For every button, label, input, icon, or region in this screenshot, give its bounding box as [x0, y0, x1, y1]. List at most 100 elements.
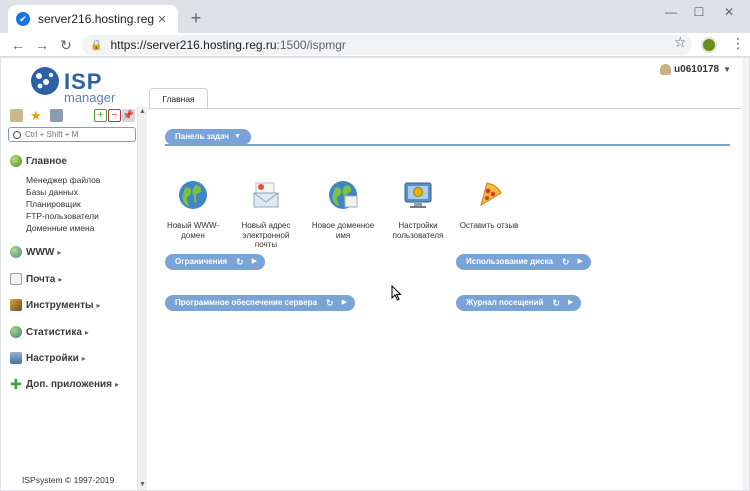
envelope-icon: [10, 273, 22, 285]
sidebar-group-label: Инструменты: [26, 299, 94, 311]
sidebar-toolbar: ★ + − 📌: [10, 109, 135, 123]
browser-tab[interactable]: ✔ server216.hosting.reg.ru:1500 ✕: [8, 5, 178, 33]
copyright: ISPsystem © 1997-2019: [22, 475, 115, 485]
scroll-down-icon[interactable]: ▼: [139, 481, 146, 488]
widget-limits[interactable]: Ограничения ↻ ▶: [165, 254, 266, 270]
sidebar-group-main[interactable]: Главное: [10, 155, 67, 167]
sidebar-item-file-manager[interactable]: Менеджер файлов: [26, 175, 100, 185]
sidebar-item-ftp-users[interactable]: FTP-пользователи: [26, 211, 99, 221]
window-close-icon[interactable]: ✕: [714, 4, 744, 20]
widget-server-software[interactable]: Программное обеспечение сервера ↻ ▶: [165, 295, 355, 311]
expand-all-icon[interactable]: +: [94, 109, 107, 122]
sidebar-group-extra-apps[interactable]: ✚ Доп. приложения ▸: [10, 377, 120, 391]
widget-disk-usage[interactable]: Использование диска ↻ ▶: [456, 254, 591, 270]
menu-search-input[interactable]: [25, 130, 135, 139]
globe-icon: [10, 246, 22, 258]
user-menu[interactable]: u0610178 ▼: [660, 64, 731, 75]
maximize-icon[interactable]: ☐: [684, 4, 714, 20]
task-panel-label: Панель задач: [175, 132, 229, 141]
widget-title: Ограничения: [175, 257, 228, 266]
reload-icon[interactable]: ↻: [56, 35, 76, 55]
menu-search-field[interactable]: [8, 127, 136, 142]
sidebar-group-settings[interactable]: Настройки ▸: [10, 352, 86, 364]
map-icon[interactable]: [10, 109, 23, 122]
pizza-icon: [480, 182, 502, 207]
task-panel-toggle[interactable]: Панель задач ▼: [165, 129, 251, 145]
sidebar-group-mail[interactable]: Почта ▸: [10, 273, 62, 285]
task-new-email[interactable]: Новый адрес электронной почты: [231, 179, 301, 250]
www-globe-icon: [179, 181, 207, 209]
new-tab-icon[interactable]: +: [186, 8, 206, 28]
logo-manager: manager: [64, 90, 116, 105]
sidebar-item-domain-names[interactable]: Доменные имена: [26, 223, 94, 233]
page-scrollbar[interactable]: [742, 58, 749, 490]
browser-toolbar: ← → ↻ 🔒 https://server216.hosting.reg.ru…: [0, 33, 750, 57]
widget-access-log[interactable]: Журнал посещений ↻ ▶: [456, 295, 582, 311]
tab-home[interactable]: Главная: [149, 88, 208, 108]
sidebar-item-scheduler[interactable]: Планировщик: [26, 199, 81, 209]
tools-icon: [10, 299, 22, 311]
back-icon[interactable]: ←: [8, 35, 28, 55]
minimize-icon[interactable]: —: [656, 4, 686, 20]
chevron-down-icon: ▼: [234, 133, 241, 140]
close-icon[interactable]: ✕: [154, 13, 170, 26]
sidebar-group-label: Доп. приложения: [26, 378, 112, 390]
refresh-icon[interactable]: ↻: [562, 254, 570, 270]
task-new-domain-name[interactable]: Новое доменное имя: [308, 179, 378, 240]
user-icon: [660, 64, 672, 75]
task-feedback[interactable]: Оставить отзыв: [454, 179, 524, 231]
extension-icon[interactable]: [701, 37, 717, 53]
sidebar-item-databases[interactable]: Базы данных: [26, 187, 78, 197]
chevron-right-icon: ▸: [57, 247, 62, 257]
expand-arrow-icon[interactable]: ▶: [342, 295, 347, 311]
widget-title: Журнал посещений: [466, 298, 544, 307]
chevron-down-icon: ▼: [723, 65, 731, 74]
mouse-cursor-icon: [391, 285, 402, 301]
widget-title: Использование диска: [466, 257, 553, 266]
home-globe-icon: [10, 155, 22, 167]
sidebar-scrollbar[interactable]: ▲ ▼: [137, 106, 147, 490]
task-label: Новый WWW-домен: [166, 221, 220, 240]
widget-title: Программное обеспечение сервера: [175, 298, 318, 307]
task-label: Новый адрес электронной почты: [241, 221, 291, 250]
sidebar-group-label: Почта: [26, 273, 56, 285]
sidebar-group-statistics[interactable]: Статистика ▸: [10, 326, 89, 338]
sidebar-group-tools[interactable]: Инструменты ▸: [10, 299, 101, 311]
chevron-right-icon: ▸: [84, 327, 89, 337]
task-new-www-domain[interactable]: Новый WWW-домен: [158, 179, 228, 240]
statistics-globe-icon: [10, 326, 22, 338]
settings-monitor-icon: [404, 182, 432, 208]
sidebar-group-label: Статистика: [26, 326, 82, 338]
chevron-right-icon: ▸: [81, 353, 86, 363]
forward-icon[interactable]: →: [32, 35, 52, 55]
browser-tabstrip: ✔ server216.hosting.reg.ru:1500 ✕ + — ☐ …: [0, 0, 750, 33]
expand-arrow-icon[interactable]: ▶: [568, 295, 573, 311]
task-label: Настройки пользователя: [392, 221, 444, 240]
chevron-right-icon: ▸: [115, 379, 120, 389]
scroll-up-icon[interactable]: ▲: [139, 108, 146, 115]
bookmark-star-icon[interactable]: ☆: [674, 34, 687, 51]
tab-favicon-icon: ✔: [16, 12, 30, 26]
address-bar[interactable]: 🔒 https://server216.hosting.reg.ru:1500/…: [82, 35, 692, 55]
sidebar-group-label: Настройки: [26, 352, 79, 364]
mail-envelope-icon: [253, 182, 279, 208]
task-user-settings[interactable]: Настройки пользователя: [383, 179, 453, 240]
expand-arrow-icon[interactable]: ▶: [252, 254, 257, 270]
isp-logo-icon: [31, 67, 59, 95]
task-label: Новое доменное имя: [311, 221, 375, 240]
pin-icon[interactable]: 📌: [122, 109, 135, 122]
expand-arrow-icon[interactable]: ▶: [578, 254, 583, 270]
refresh-icon[interactable]: ↻: [326, 295, 334, 311]
url-host: https://server216.hosting.reg.ru: [110, 38, 277, 52]
browser-menu-icon[interactable]: ⋮: [731, 35, 745, 52]
chevron-right-icon: ▸: [96, 300, 101, 310]
collapse-all-icon[interactable]: −: [108, 109, 121, 122]
chevron-right-icon: ▸: [58, 274, 63, 284]
briefcase-icon[interactable]: [50, 109, 63, 122]
refresh-icon[interactable]: ↻: [552, 295, 560, 311]
domain-globe-icon: [329, 181, 358, 209]
favorites-star-icon[interactable]: ★: [30, 109, 43, 122]
refresh-icon[interactable]: ↻: [236, 254, 244, 270]
sidebar-group-label: Главное: [26, 155, 67, 167]
sidebar-group-www[interactable]: WWW ▸: [10, 246, 61, 258]
